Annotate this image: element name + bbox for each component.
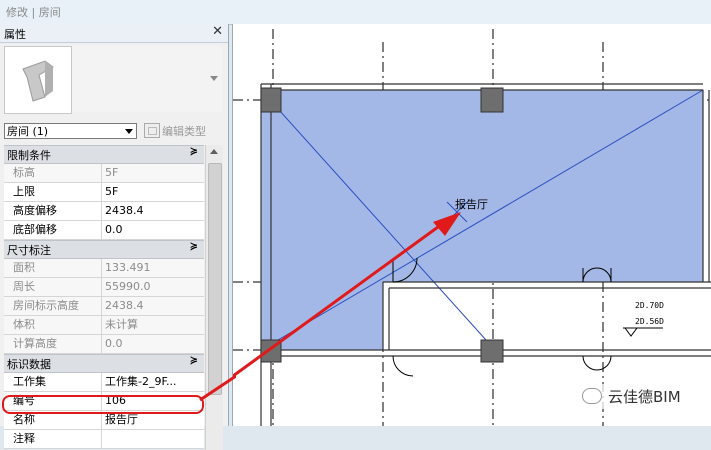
edit-type-label: 编辑类型 — [162, 125, 206, 138]
property-value[interactable]: 5F — [102, 183, 204, 201]
type-preview-area — [72, 46, 222, 112]
property-key: 体积 — [4, 316, 102, 334]
collapse-icon[interactable]: ≽ — [190, 146, 198, 157]
property-row-room-label-height[interactable]: 房间标示高度 2438.4 — [4, 297, 204, 316]
property-value[interactable] — [102, 430, 204, 448]
watermark-text: 云佳德BIM — [608, 388, 681, 406]
property-value[interactable]: 106 — [102, 392, 204, 410]
property-key: 工作集 — [4, 373, 102, 391]
properties-grid: 限制条件 ≽ 标高 5F 上限 5F 高度偏移 2438.4 底部偏移 0.0 尺寸标注… — [4, 145, 204, 449]
collapse-icon[interactable]: ≽ — [190, 355, 198, 366]
properties-header: 属性 ✕ — [0, 24, 228, 43]
scrollbar-thumb[interactable] — [208, 163, 222, 395]
chevron-down-icon[interactable] — [210, 76, 218, 81]
section-constraints[interactable]: 限制条件 ≽ — [4, 145, 204, 164]
property-value: 未计算 — [105, 318, 138, 331]
property-row-area[interactable]: 面积 133.491 — [4, 259, 204, 278]
close-icon[interactable]: ✕ — [212, 24, 223, 39]
property-value: 2438.4 — [105, 299, 144, 312]
property-value[interactable]: 2438.4 — [102, 202, 204, 220]
scroll-up-icon[interactable] — [210, 149, 218, 154]
edit-type-icon — [144, 123, 160, 138]
property-key: 面积 — [4, 259, 102, 277]
property-value[interactable]: 报告厅 — [102, 411, 204, 429]
type-selector-dropdown[interactable]: 房间 (1) — [4, 123, 137, 139]
context-title: 修改 | 房间 — [6, 6, 61, 19]
level-tag-bottom: 2D.56D — [635, 317, 664, 326]
ribbon-bar: 修改 | 房间 — [0, 0, 711, 25]
property-row-computation-height[interactable]: 计算高度 0.0 — [4, 335, 204, 354]
edit-type-button[interactable]: 编辑类型 — [144, 123, 206, 139]
property-value: 0.0 — [105, 337, 123, 350]
type-selector-row: 房间 (1) 编辑类型 — [4, 123, 224, 141]
property-row-level[interactable]: 标高 5F — [4, 164, 204, 183]
room-label[interactable]: 报告厅 — [455, 197, 488, 211]
property-row-workset[interactable]: 工作集 工作集-2_9F... — [4, 373, 204, 392]
property-value: 55990.0 — [105, 280, 151, 293]
property-row-perimeter[interactable]: 周长 55990.0 — [4, 278, 204, 297]
property-row-base-offset[interactable]: 底部偏移 0.0 — [4, 221, 204, 240]
property-key: 注释 — [4, 430, 102, 448]
property-row-upper-limit[interactable]: 上限 5F — [4, 183, 204, 202]
property-value: 133.491 — [105, 261, 151, 274]
property-key: 高度偏移 — [4, 202, 102, 220]
room-type-icon — [22, 60, 54, 102]
collapse-icon[interactable]: ≽ — [190, 241, 198, 252]
type-selector-value: 房间 (1) — [7, 125, 49, 138]
watermark: 云佳德BIM — [578, 384, 685, 409]
property-key: 周长 — [4, 278, 102, 296]
section-title: 标识数据 — [7, 358, 51, 371]
level-tag-top: 2D.70D — [635, 301, 664, 310]
property-key: 标高 — [4, 164, 102, 182]
property-key: 房间标示高度 — [4, 297, 102, 315]
property-value[interactable]: 0.0 — [102, 221, 204, 239]
property-key: 名称 — [4, 411, 102, 429]
type-preview-thumbnail — [4, 46, 72, 114]
annotation-arrow-tail — [199, 374, 236, 402]
property-key: 计算高度 — [4, 335, 102, 353]
property-value: 5F — [105, 166, 119, 179]
property-row-height-offset[interactable]: 高度偏移 2438.4 — [4, 202, 204, 221]
section-title: 尺寸标注 — [7, 244, 51, 257]
properties-panel: 属性 ✕ 房间 (1) 编辑类型 限制条件 ≽ 标高 5F 上限 5F 高度偏移 24… — [0, 24, 229, 450]
drawing-canvas[interactable]: 2D.70D 2D.56D 报告厅 — [232, 24, 711, 426]
property-row-name[interactable]: 名称 报告厅 — [4, 411, 204, 430]
floor-plan[interactable]: 2D.70D 2D.56D 报告厅 — [232, 24, 711, 426]
property-key: 上限 — [4, 183, 102, 201]
property-row-comments[interactable]: 注释 — [4, 430, 204, 449]
property-key: 编号 — [4, 392, 102, 410]
property-value[interactable]: 工作集-2_9F... — [102, 373, 204, 391]
section-dimensions[interactable]: 尺寸标注 ≽ — [4, 240, 204, 259]
properties-scrollbar[interactable] — [205, 145, 223, 450]
properties-title: 属性 — [4, 28, 26, 41]
property-key: 底部偏移 — [4, 221, 102, 239]
property-row-number[interactable]: 编号 106 — [4, 392, 204, 411]
section-identity-data[interactable]: 标识数据 ≽ — [4, 354, 204, 373]
wechat-icon — [582, 388, 602, 404]
chevron-down-icon — [125, 129, 133, 134]
property-row-volume[interactable]: 体积 未计算 — [4, 316, 204, 335]
section-title: 限制条件 — [7, 149, 51, 162]
